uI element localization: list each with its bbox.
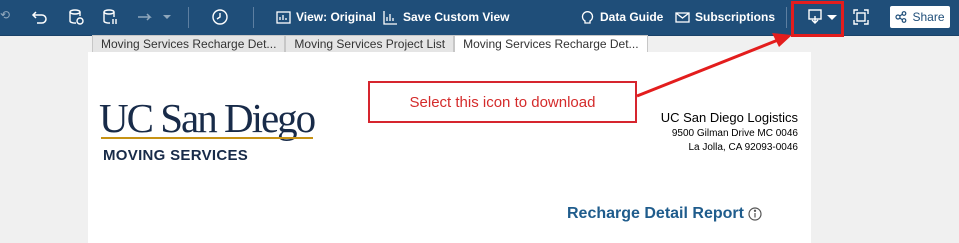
info-icon[interactable] <box>748 207 762 221</box>
save-custom-view-label: Save Custom View <box>403 10 510 24</box>
address-line-1: 9500 Gilman Drive MC 0046 <box>671 128 798 139</box>
share-button[interactable]: Share <box>890 6 950 28</box>
pause-icon[interactable] <box>101 8 119 26</box>
download-highlight-box <box>791 1 844 37</box>
save-custom-view-button[interactable]: Save Custom View <box>383 8 510 26</box>
download-callout: Select this icon to download <box>368 81 637 123</box>
lightbulb-icon <box>581 10 594 24</box>
address-name: UC San Diego Logistics <box>660 110 798 125</box>
tab-project-list[interactable]: Moving Services Project List <box>285 35 455 52</box>
tab-recharge-detail-2[interactable]: Moving Services Recharge Det... <box>454 35 648 52</box>
view-icon <box>276 10 291 24</box>
timer-icon[interactable] <box>211 8 229 26</box>
redo-icon[interactable] <box>136 8 154 26</box>
ucsd-logo-text: UC San Diego <box>99 95 316 141</box>
fullscreen-icon[interactable] <box>852 8 870 26</box>
chart-icon <box>383 10 397 25</box>
subscriptions-button[interactable]: Subscriptions <box>675 8 775 26</box>
separator <box>188 7 189 28</box>
revert-icon[interactable] <box>67 8 85 26</box>
view-original-button[interactable]: View: Original <box>276 8 376 26</box>
truncated-icon: ⟲ <box>0 8 11 22</box>
report-title: Recharge Detail Report <box>567 205 762 223</box>
view-original-label: View: Original <box>296 10 376 24</box>
data-guide-label: Data Guide <box>600 10 664 24</box>
redo-dropdown-icon[interactable] <box>158 8 176 26</box>
logo-gold-rule <box>101 137 313 139</box>
share-icon <box>895 11 907 23</box>
separator <box>786 7 787 28</box>
callout-text: Select this icon to download <box>409 93 596 111</box>
data-guide-button[interactable]: Data Guide <box>580 8 663 26</box>
separator <box>253 7 254 28</box>
address-line-2: La Jolla, CA 92093-0046 <box>688 142 798 153</box>
undo-icon[interactable] <box>31 8 49 26</box>
subscriptions-label: Subscriptions <box>695 10 776 24</box>
moving-services-label: MOVING SERVICES <box>103 147 249 164</box>
tab-recharge-detail-1[interactable]: Moving Services Recharge Det... <box>92 35 286 52</box>
share-label: Share <box>912 10 945 24</box>
envelope-icon <box>675 11 690 23</box>
sheet-tabs: Moving Services Recharge Det... Moving S… <box>92 35 648 52</box>
report-title-text: Recharge Detail Report <box>567 205 744 222</box>
